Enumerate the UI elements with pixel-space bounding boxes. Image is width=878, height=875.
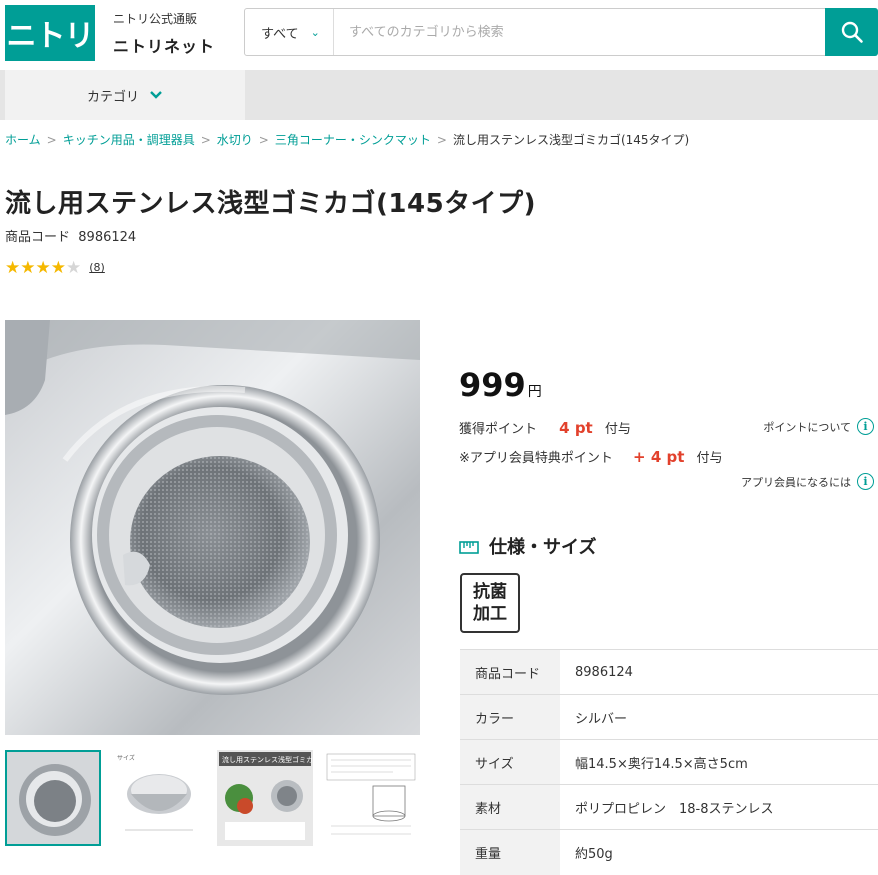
table-row: 商品コード 8986124: [460, 649, 878, 695]
rating-stars: ★★★★★: [5, 258, 81, 277]
search-button[interactable]: [825, 8, 878, 56]
thumbnail-strip: サイズ 流し用ステンレス浅型ゴミカゴ: [5, 750, 419, 846]
star-icon: ★: [5, 258, 21, 278]
product-title: 流し用ステンレス浅型ゴミカゴ(145タイプ): [5, 189, 537, 219]
ruler-icon: [459, 541, 479, 554]
nitori-logo[interactable]: ニトリ: [5, 5, 95, 61]
category-nav: カテゴリ: [0, 70, 878, 120]
category-menu-button[interactable]: カテゴリ: [5, 70, 245, 120]
thumbnail-strainer-photo: [7, 752, 99, 844]
earned-points-value: 4 pt: [559, 419, 593, 437]
product-code-label: 商品コード: [5, 230, 71, 245]
table-row: カラー シルバー: [460, 694, 878, 740]
info-icon: i: [857, 418, 874, 435]
breadcrumb-sink-corner[interactable]: 三角コーナー・シンクマット: [275, 133, 431, 147]
spec-value: 約50g: [560, 829, 878, 875]
star-icon: ★: [35, 258, 51, 278]
badge-line-2: 加工: [473, 604, 507, 624]
thumbnail-product-size: サイズ: [111, 750, 207, 846]
app-member-link[interactable]: アプリ会員になるには i: [741, 473, 874, 490]
product-code: 8986124: [78, 230, 137, 245]
spec-value: 幅14.5×奥行14.5×高さ5cm: [560, 739, 878, 785]
product-code-line: 商品コード 8986124: [5, 226, 136, 245]
price-currency: 円: [527, 384, 542, 400]
spec-key: 商品コード: [460, 649, 560, 695]
info-icon: i: [857, 473, 874, 490]
app-points-suffix: 付与: [696, 451, 723, 466]
app-points-row: ※アプリ会員特典ポイント + 4 pt 付与: [459, 447, 723, 466]
rating: ★★★★★ (8): [5, 258, 105, 277]
site-header: ニトリ ニトリ公式通販 ニトリネット すべて ⌄: [0, 0, 878, 70]
search-category-select[interactable]: すべて ⌄: [245, 9, 334, 55]
points-info-link[interactable]: ポイントについて i: [763, 418, 874, 435]
thumbnail-package: 流し用ステンレス浅型ゴミカゴ: [217, 750, 313, 846]
star-icon: ★: [20, 258, 36, 278]
spec-key: 重量: [460, 829, 560, 875]
spec-heading-text: 仕様・サイズ: [489, 537, 597, 558]
earned-points-row: 獲得ポイント 4 pt 付与: [459, 418, 631, 437]
search-bar: すべて ⌄: [244, 8, 878, 56]
breadcrumb-separator: >: [436, 133, 447, 147]
sink-strainer-photo: [5, 320, 420, 735]
breadcrumb: ホーム > キッチン用品・調理器具 > 水切り > 三角コーナー・シンクマット > 流し用ステン…: [5, 131, 689, 148]
breadcrumb-separator: >: [46, 133, 57, 147]
table-row: 重量 約50g: [460, 829, 878, 875]
search-input[interactable]: [335, 9, 825, 55]
table-row: 素材 ポリプロピレン 18-8ステンレス: [460, 784, 878, 830]
thumbnail-instructions: [323, 750, 419, 846]
chevron-down-icon: [150, 91, 162, 99]
table-row: サイズ 幅14.5×奥行14.5×高さ5cm: [460, 739, 878, 785]
category-label: カテゴリ: [86, 89, 139, 105]
price: 999 円: [459, 366, 542, 404]
search-category-label: すべて: [261, 26, 299, 42]
breadcrumb-current: 流し用ステンレス浅型ゴミカゴ(145タイプ): [452, 133, 690, 147]
spec-heading: 仕様・サイズ: [459, 533, 596, 559]
app-points-value: + 4 pt: [633, 448, 685, 466]
thumbnail-1[interactable]: [5, 750, 101, 846]
brand-subtitle: ニトリ公式通販: [113, 12, 198, 26]
breadcrumb-separator: >: [200, 133, 211, 147]
badge-line-1: 抗菌: [473, 582, 507, 602]
star-icon: ★: [66, 258, 82, 278]
earned-points-label: 獲得ポイント: [459, 422, 538, 437]
search-icon: [841, 21, 863, 43]
breadcrumb-kitchen[interactable]: キッチン用品・調理器具: [63, 133, 195, 147]
app-member-label: アプリ会員になるには: [741, 475, 851, 489]
breadcrumb-drainer[interactable]: 水切り: [217, 133, 253, 147]
breadcrumb-separator: >: [258, 133, 269, 147]
svg-text:サイズ: サイズ: [117, 754, 135, 762]
thumbnail-caption: 流し用ステンレス浅型ゴミカゴ: [222, 755, 313, 764]
antibacterial-badge: 抗菌 加工: [460, 573, 520, 633]
thumbnail-2[interactable]: サイズ: [111, 750, 207, 846]
app-points-label: ※アプリ会員特典ポイント: [459, 451, 613, 466]
brand-name: ニトリネット: [113, 37, 216, 56]
review-count-link[interactable]: (8): [89, 261, 105, 274]
spec-value: シルバー: [560, 694, 878, 740]
chevron-down-icon: ⌄: [310, 25, 320, 39]
spec-table: 商品コード 8986124 カラー シルバー サイズ 幅14.5×奥行14.5×…: [460, 649, 878, 875]
breadcrumb-home[interactable]: ホーム: [5, 133, 41, 147]
thumbnail-4[interactable]: [323, 750, 419, 846]
price-value: 999: [459, 366, 526, 404]
earned-points-suffix: 付与: [604, 422, 631, 437]
brand[interactable]: ニトリ公式通販 ニトリネット: [113, 10, 215, 57]
spec-value: ポリプロピレン 18-8ステンレス: [560, 784, 878, 830]
points-info-label: ポイントについて: [763, 420, 851, 434]
main-product-image[interactable]: [5, 320, 420, 735]
thumbnail-3[interactable]: 流し用ステンレス浅型ゴミカゴ: [217, 750, 313, 846]
logo-text: ニトリ: [6, 19, 95, 54]
spec-value: 8986124: [560, 649, 878, 695]
spec-key: サイズ: [460, 739, 560, 785]
star-icon: ★: [50, 258, 66, 278]
spec-key: カラー: [460, 694, 560, 740]
spec-key: 素材: [460, 784, 560, 830]
